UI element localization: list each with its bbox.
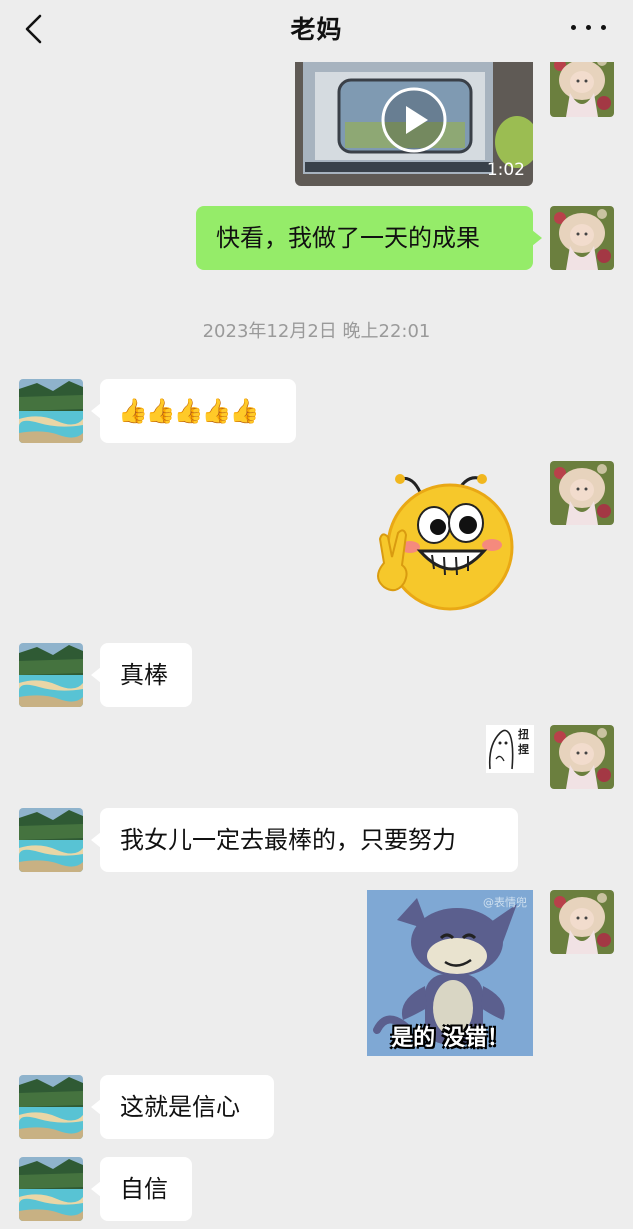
message-bubble-received[interactable]: 👍👍👍👍👍 <box>91 379 296 443</box>
sticker-watermark: @表情兜 <box>483 896 527 909</box>
tom-cat-sticker[interactable]: @表情兜 是的 没错！ <box>367 890 533 1056</box>
grinning-victory-emoji-sticker[interactable] <box>370 467 518 615</box>
chat-header: 老妈 <box>0 0 633 62</box>
message-bubble-received[interactable]: 这就是信心 <box>91 1075 274 1139</box>
video-message[interactable]: 1:02 <box>295 62 533 186</box>
video-duration: 1:02 <box>486 160 525 180</box>
chat-title: 老妈 <box>290 15 343 44</box>
message-bubble-received[interactable]: 真棒 <box>91 643 192 707</box>
mom-avatar[interactable] <box>19 643 83 707</box>
mom-avatar[interactable] <box>19 808 83 872</box>
sticker-caption: 是的 没错！ <box>391 1026 509 1051</box>
my-avatar[interactable] <box>550 890 614 954</box>
message-bubble-received[interactable]: 自信 <box>91 1157 192 1221</box>
mom-avatar[interactable] <box>19 379 83 443</box>
message-bubble-received[interactable]: 我女儿一定去最棒的，只要努力 <box>91 808 518 872</box>
mom-avatar[interactable] <box>19 1075 83 1139</box>
my-avatar[interactable] <box>550 62 614 117</box>
my-avatar[interactable] <box>550 461 614 525</box>
my-avatar[interactable] <box>550 206 614 270</box>
more-dots-icon[interactable] <box>569 16 609 38</box>
my-avatar[interactable] <box>550 725 614 789</box>
sticker-text: 扭捏 <box>518 728 529 756</box>
mom-avatar[interactable] <box>19 1157 83 1221</box>
message-bubble-sent[interactable]: 快看，我做了一天的成果 <box>196 206 542 270</box>
message-timestamp: 2023年12月2日 晚上22:01 <box>202 321 431 342</box>
shy-cat-sketch-sticker[interactable]: 扭捏 <box>486 725 534 773</box>
